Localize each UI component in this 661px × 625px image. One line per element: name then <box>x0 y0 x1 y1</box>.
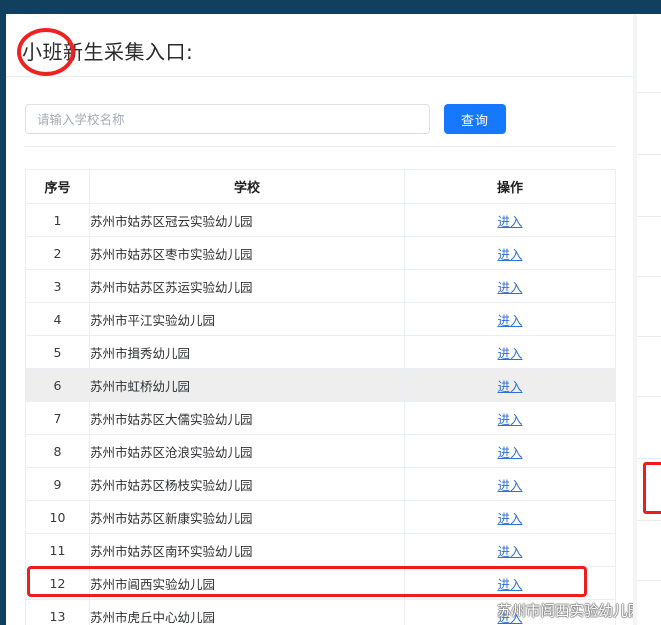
column-header-index: 序号 <box>25 169 90 204</box>
cell-index: 6 <box>25 368 90 402</box>
table-row: 1 苏州市姑苏区冠云实验幼儿园 进入 <box>25 203 616 237</box>
adjacent-panel-divider <box>637 580 661 581</box>
cell-school-name: 苏州市平江实验幼儿园 <box>89 302 405 336</box>
cell-action: 进入 <box>404 599 616 625</box>
search-input[interactable] <box>25 104 430 134</box>
table-row: 9 苏州市姑苏区杨枝实验幼儿园 进入 <box>25 467 616 501</box>
cell-school-name: 苏州市姑苏区苏运实验幼儿园 <box>89 269 405 303</box>
adjacent-panel-divider <box>637 458 661 459</box>
adjacent-panel-divider <box>637 276 661 277</box>
right-edge-rectangle-annotation <box>643 462 661 514</box>
enter-link[interactable]: 进入 <box>497 577 522 592</box>
search-divider <box>25 146 615 147</box>
table-row: 10 苏州市姑苏区新康实验幼儿园 进入 <box>25 500 616 534</box>
page-content: 小班新生采集入口: 查询 序号 学校 操作 <box>6 14 633 625</box>
cell-action: 进入 <box>404 566 616 600</box>
enter-link[interactable]: 进入 <box>497 379 522 394</box>
cell-index: 8 <box>25 434 90 468</box>
cell-school-name: 苏州市姑苏区杨枝实验幼儿园 <box>89 467 405 501</box>
cell-school-name: 苏州市阊西实验幼儿园 <box>89 566 405 600</box>
table-row: 6 苏州市虹桥幼儿园 进入 <box>25 368 616 402</box>
enter-link[interactable]: 进入 <box>497 511 522 526</box>
cell-school-name: 苏州市姑苏区冠云实验幼儿园 <box>89 203 405 237</box>
cell-action: 进入 <box>404 203 616 237</box>
window-top-bar <box>0 0 661 14</box>
table-body: 1 苏州市姑苏区冠云实验幼儿园 进入 2 苏州市姑苏区枣市实验幼儿园 进入 3 苏州市姑苏区苏… <box>25 203 616 625</box>
adjacent-panel-divider <box>637 396 661 397</box>
cell-action: 进入 <box>404 269 616 303</box>
column-header-action: 操作 <box>404 169 616 204</box>
page-title: 小班新生采集入口: <box>22 40 194 64</box>
cell-action: 进入 <box>404 368 616 402</box>
adjacent-panel-divider <box>637 92 661 93</box>
cell-school-name: 苏州市揖秀幼儿园 <box>89 335 405 369</box>
schools-table-wrapper: 序号 学校 操作 1 苏州市姑苏区冠云实验幼儿园 进入 2 苏州市姑苏区枣市实验幼儿园进… <box>25 169 616 625</box>
cell-index: 11 <box>25 533 90 567</box>
cell-index: 13 <box>25 599 90 625</box>
title-divider <box>6 76 633 77</box>
enter-link[interactable]: 进入 <box>497 313 522 328</box>
table-row: 4 苏州市平江实验幼儿园 进入 <box>25 302 616 336</box>
cell-index: 10 <box>25 500 90 534</box>
table-row: 3 苏州市姑苏区苏运实验幼儿园 进入 <box>25 269 616 303</box>
cell-index: 3 <box>25 269 90 303</box>
cell-school-name: 苏州市姑苏区枣市实验幼儿园 <box>89 236 405 270</box>
enter-link[interactable]: 进入 <box>497 478 522 493</box>
cell-index: 7 <box>25 401 90 435</box>
adjacent-panel-divider <box>637 520 661 521</box>
table-header: 序号 学校 操作 <box>25 169 616 204</box>
cell-index: 1 <box>25 203 90 237</box>
search-toolbar: 查询 <box>6 94 633 152</box>
table-row: 7 苏州市姑苏区大儒实验幼儿园 进入 <box>25 401 616 435</box>
adjacent-panel-divider <box>637 154 661 155</box>
cell-index: 4 <box>25 302 90 336</box>
enter-link[interactable]: 进入 <box>497 247 522 262</box>
cell-action: 进入 <box>404 467 616 501</box>
adjacent-panel <box>637 14 661 625</box>
cell-school-name: 苏州市姑苏区大儒实验幼儿园 <box>89 401 405 435</box>
enter-link[interactable]: 进入 <box>497 445 522 460</box>
enter-link[interactable]: 进入 <box>497 280 522 295</box>
cell-index: 9 <box>25 467 90 501</box>
cell-school-name: 苏州市姑苏区南环实验幼儿园 <box>89 533 405 567</box>
table-row: 8 苏州市姑苏区沧浪实验幼儿园 进入 <box>25 434 616 468</box>
adjacent-panel-divider <box>637 216 661 217</box>
cell-index: 12 <box>25 566 90 600</box>
enter-link[interactable]: 进入 <box>497 214 522 229</box>
adjacent-panel-divider <box>637 336 661 337</box>
table-row: 2 苏州市姑苏区枣市实验幼儿园 进入 <box>25 236 616 270</box>
cell-action: 进入 <box>404 302 616 336</box>
enter-link[interactable]: 进入 <box>497 346 522 361</box>
table-row: 11 苏州市姑苏区南环实验幼儿园 进入 <box>25 533 616 567</box>
cell-school-name: 苏州市姑苏区沧浪实验幼儿园 <box>89 434 405 468</box>
cell-index: 2 <box>25 236 90 270</box>
screenshot-root: 小班新生采集入口: 查询 序号 学校 操作 <box>0 0 661 625</box>
table-row: 13 苏州市虎丘中心幼儿园 进入 <box>25 599 616 625</box>
cell-action: 进入 <box>404 335 616 369</box>
enter-link[interactable]: 进入 <box>497 610 522 625</box>
cell-action: 进入 <box>404 500 616 534</box>
schools-table: 序号 学校 操作 1 苏州市姑苏区冠云实验幼儿园 进入 2 苏州市姑苏区枣市实验幼儿园进… <box>25 169 616 625</box>
enter-link[interactable]: 进入 <box>497 412 522 427</box>
table-row: 12 苏州市阊西实验幼儿园 进入 <box>25 566 616 600</box>
table-row: 5 苏州市揖秀幼儿园 进入 <box>25 335 616 369</box>
cell-action: 进入 <box>404 533 616 567</box>
search-button[interactable]: 查询 <box>444 104 506 134</box>
cell-school-name: 苏州市虹桥幼儿园 <box>89 368 405 402</box>
cell-action: 进入 <box>404 434 616 468</box>
table-header-row: 序号 学校 操作 <box>25 169 616 204</box>
cell-action: 进入 <box>404 236 616 270</box>
cell-school-name: 苏州市姑苏区新康实验幼儿园 <box>89 500 405 534</box>
cell-school-name: 苏州市虎丘中心幼儿园 <box>89 599 405 625</box>
column-header-school: 学校 <box>89 169 405 204</box>
cell-action: 进入 <box>404 401 616 435</box>
enter-link[interactable]: 进入 <box>497 544 522 559</box>
cell-index: 5 <box>25 335 90 369</box>
